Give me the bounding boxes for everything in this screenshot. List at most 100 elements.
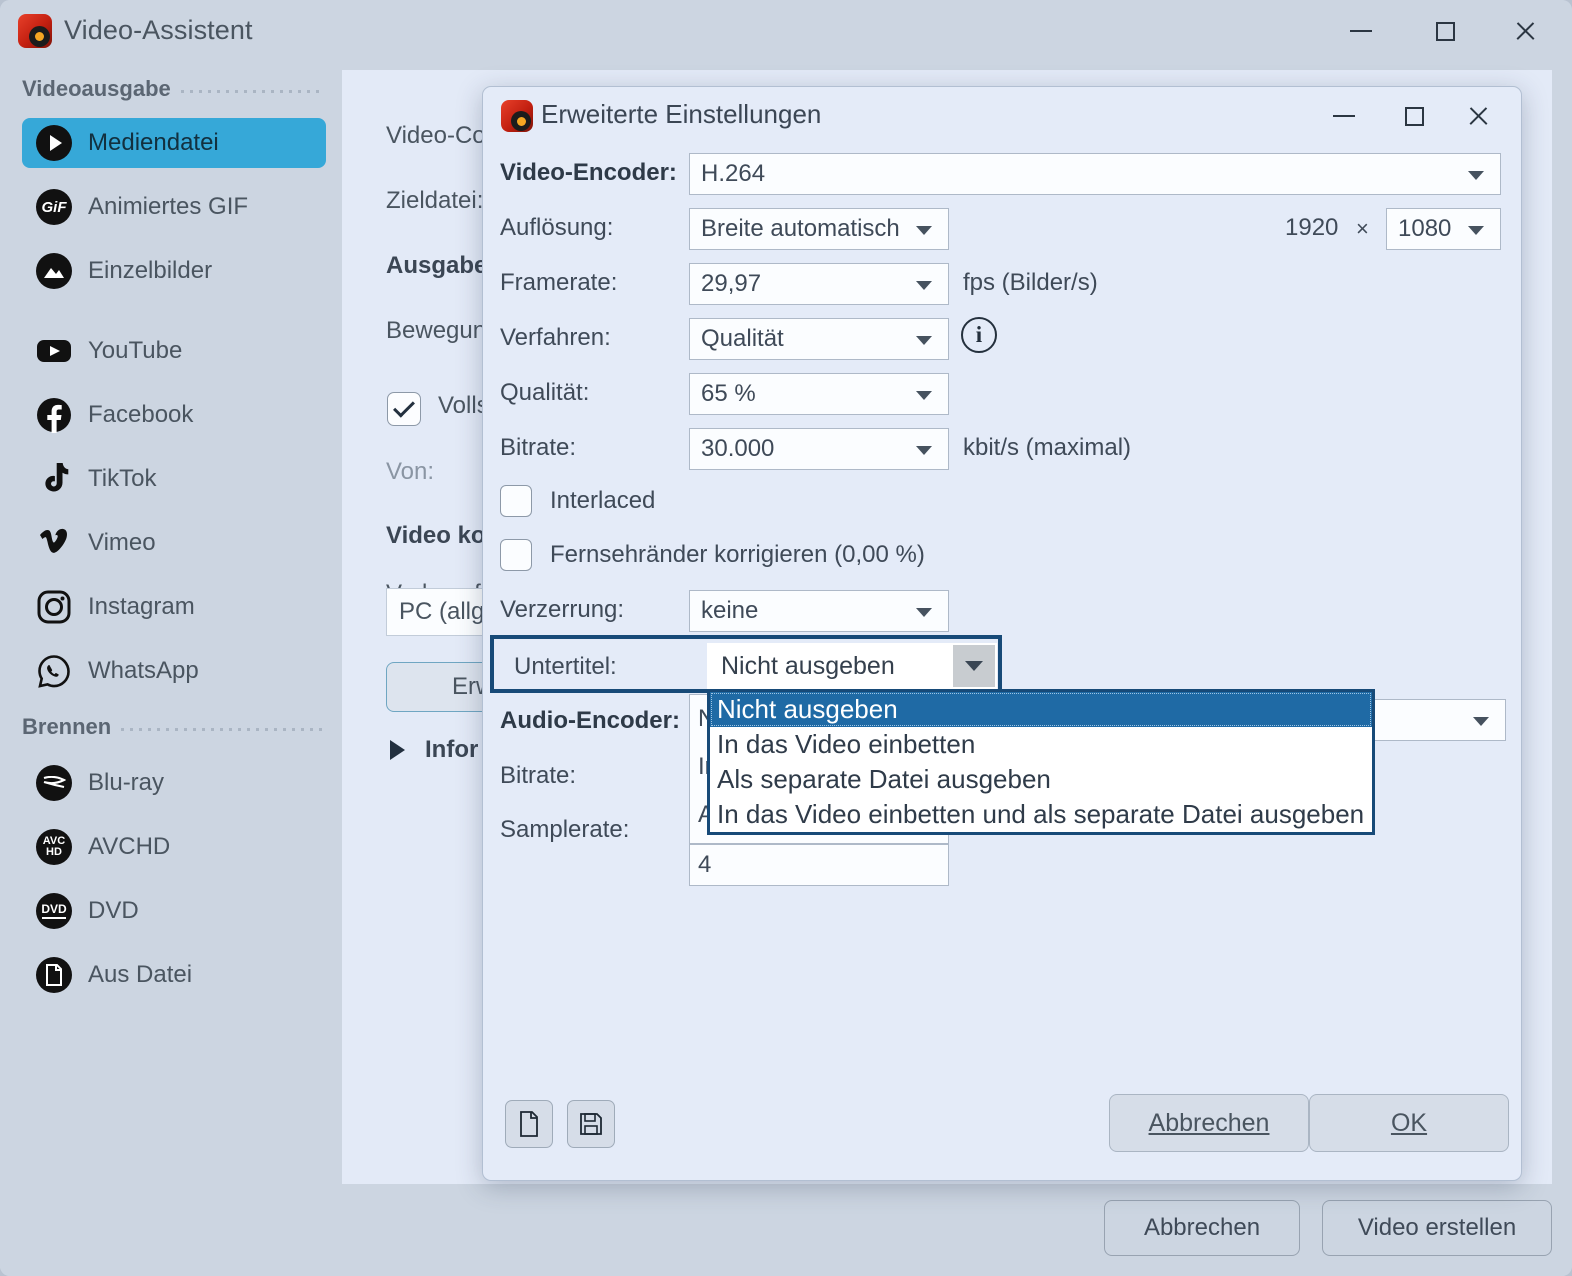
chevron-down-icon: [916, 446, 932, 455]
bg-label-video-ko: Video ko: [386, 522, 486, 550]
subtitle-option-3[interactable]: In das Video einbetten und als separate …: [710, 797, 1372, 832]
interlaced-checkbox-row[interactable]: Interlaced: [500, 485, 655, 517]
subtitle-combo[interactable]: Nicht ausgeben: [707, 643, 997, 689]
instagram-icon: [36, 589, 72, 625]
sidebar-item-mediendatei[interactable]: Mediendatei: [22, 118, 326, 168]
sidebar-item-label: Vimeo: [88, 529, 156, 557]
interlaced-checkbox[interactable]: [500, 485, 532, 517]
sidebar-item-youtube[interactable]: YouTube: [22, 326, 326, 376]
samplerate-combo[interactable]: 4: [689, 844, 949, 886]
sidebar-item-animiertes-gif[interactable]: GiF Animiertes GIF: [22, 182, 326, 232]
close-icon[interactable]: [1494, 0, 1556, 62]
quality-value: 65 %: [701, 380, 756, 408]
sidebar-item-blu-ray[interactable]: Blu-ray: [22, 758, 326, 808]
sidebar: Videoausgabe Mediendatei GiF Animiertes …: [0, 62, 342, 1276]
bg-label-von: Von:: [386, 458, 434, 486]
subtitle-option-1[interactable]: In das Video einbetten: [710, 727, 1372, 762]
bg-info-expander[interactable]: Infor: [390, 736, 478, 764]
sidebar-item-label: Blu-ray: [88, 769, 164, 797]
dialog-minimize-icon[interactable]: [1315, 87, 1373, 145]
label-subtitle: Untertitel:: [514, 653, 617, 681]
cancel-button[interactable]: Abbrechen: [1104, 1200, 1300, 1256]
sidebar-item-avchd[interactable]: AVCHD AVCHD: [22, 822, 326, 872]
main-bottom-bar: Abbrechen Video erstellen: [0, 1184, 1572, 1276]
sidebar-item-label: Instagram: [88, 593, 195, 621]
subtitle-option-2[interactable]: Als separate Datei ausgeben: [710, 762, 1372, 797]
sidebar-item-label: DVD: [88, 897, 139, 925]
bluray-icon: [36, 765, 72, 801]
sidebar-group-label: Videoausgabe: [22, 76, 181, 102]
label-quality: Qualität:: [500, 379, 589, 407]
label-audio-encoder: Audio-Encoder:: [500, 707, 680, 735]
tvborder-checkbox-row[interactable]: Fernsehränder korrigieren (0,00 %): [500, 539, 925, 571]
save-disk-icon[interactable]: [567, 1100, 615, 1148]
label-method: Verfahren:: [500, 324, 611, 352]
sidebar-item-label: Einzelbilder: [88, 257, 212, 285]
sidebar-item-instagram[interactable]: Instagram: [22, 582, 326, 632]
sidebar-item-facebook[interactable]: Facebook: [22, 390, 326, 440]
bitrate-combo[interactable]: 30.000: [689, 428, 949, 470]
window-titlebar: Video-Assistent: [0, 0, 1572, 62]
bg-label-ausgabe: Ausgabe: [386, 252, 487, 280]
file-disc-icon: [36, 957, 72, 993]
create-video-button[interactable]: Video erstellen: [1322, 1200, 1552, 1256]
sidebar-item-whatsapp[interactable]: WhatsApp: [22, 646, 326, 696]
subtitle-dropdown-list[interactable]: Nicht ausgeben In das Video einbetten Al…: [707, 689, 1375, 835]
resolution-combo[interactable]: Breite automatisch: [689, 208, 949, 250]
minimize-icon[interactable]: [1330, 0, 1392, 62]
framerate-combo[interactable]: 29,97: [689, 263, 949, 305]
dialog-cancel-label: Abbrechen: [1149, 1109, 1270, 1138]
audio-bitrate-right-combo[interactable]: [1368, 699, 1506, 741]
bg-label-video-codec: Video-Co: [386, 122, 486, 150]
chevron-down-icon: [916, 336, 932, 345]
sidebar-item-aus-datei[interactable]: Aus Datei: [22, 950, 326, 1000]
subtitle-dropdown-button[interactable]: [953, 645, 995, 687]
chevron-down-icon: [916, 608, 932, 617]
bg-info-label: Infor: [425, 736, 478, 764]
chevron-down-icon: [1468, 226, 1484, 235]
sidebar-item-label: WhatsApp: [88, 657, 199, 685]
sidebar-item-label: Facebook: [88, 401, 193, 429]
play-circle-icon: [36, 125, 72, 161]
label-samplerate: Samplerate:: [500, 816, 629, 844]
subtitle-option-0[interactable]: Nicht ausgeben: [710, 692, 1372, 727]
dialog-maximize-icon[interactable]: [1385, 87, 1443, 145]
bg-label-zieldatei: Zieldatei:: [386, 187, 483, 215]
label-audio-bitrate: Bitrate:: [500, 762, 576, 790]
open-file-icon[interactable]: [505, 1100, 553, 1148]
resolution-value: Breite automatisch: [701, 215, 900, 243]
sidebar-item-label: YouTube: [88, 337, 182, 365]
height-combo[interactable]: 1080: [1386, 208, 1501, 250]
info-icon[interactable]: i: [961, 317, 997, 353]
video-encoder-combo[interactable]: H.264: [689, 153, 1501, 195]
bg-label-bewegung: Bewegun: [386, 317, 486, 345]
dialog-close-icon[interactable]: [1449, 87, 1507, 145]
sidebar-item-dvd[interactable]: DVD DVD: [22, 886, 326, 936]
dotted-divider: [181, 90, 322, 93]
dialog-cancel-button[interactable]: Abbrechen: [1109, 1094, 1309, 1152]
advanced-settings-dialog: Erweiterte Einstellungen Video-Encoder: …: [482, 86, 1522, 1181]
dvd-icon: DVD: [36, 893, 72, 929]
width-value: 1920: [1285, 214, 1338, 242]
height-value: 1080: [1398, 215, 1451, 243]
sidebar-item-tiktok[interactable]: TikTok: [22, 454, 326, 504]
chevron-down-icon: [965, 661, 983, 671]
youtube-icon: [36, 333, 72, 369]
sidebar-item-label: Mediendatei: [88, 129, 219, 157]
sidebar-item-vimeo[interactable]: Vimeo: [22, 518, 326, 568]
video-encoder-value: H.264: [701, 160, 765, 188]
tvborder-checkbox[interactable]: [500, 539, 532, 571]
tiktok-icon: [36, 461, 72, 497]
dialog-ok-button[interactable]: OK: [1309, 1094, 1509, 1152]
bg-checkbox-vollstaendig[interactable]: [387, 392, 421, 426]
sidebar-item-einzelbilder[interactable]: Einzelbilder: [22, 246, 326, 296]
maximize-icon[interactable]: [1414, 0, 1476, 62]
gif-circle-icon: GiF: [36, 189, 72, 225]
distortion-combo[interactable]: keine: [689, 590, 949, 632]
whatsapp-icon: [36, 653, 72, 689]
chevron-down-icon: [916, 281, 932, 290]
quality-combo[interactable]: 65 %: [689, 373, 949, 415]
method-combo[interactable]: Qualität: [689, 318, 949, 360]
sidebar-item-label: TikTok: [88, 465, 156, 493]
sidebar-group-videoausgabe: Videoausgabe: [22, 76, 322, 102]
